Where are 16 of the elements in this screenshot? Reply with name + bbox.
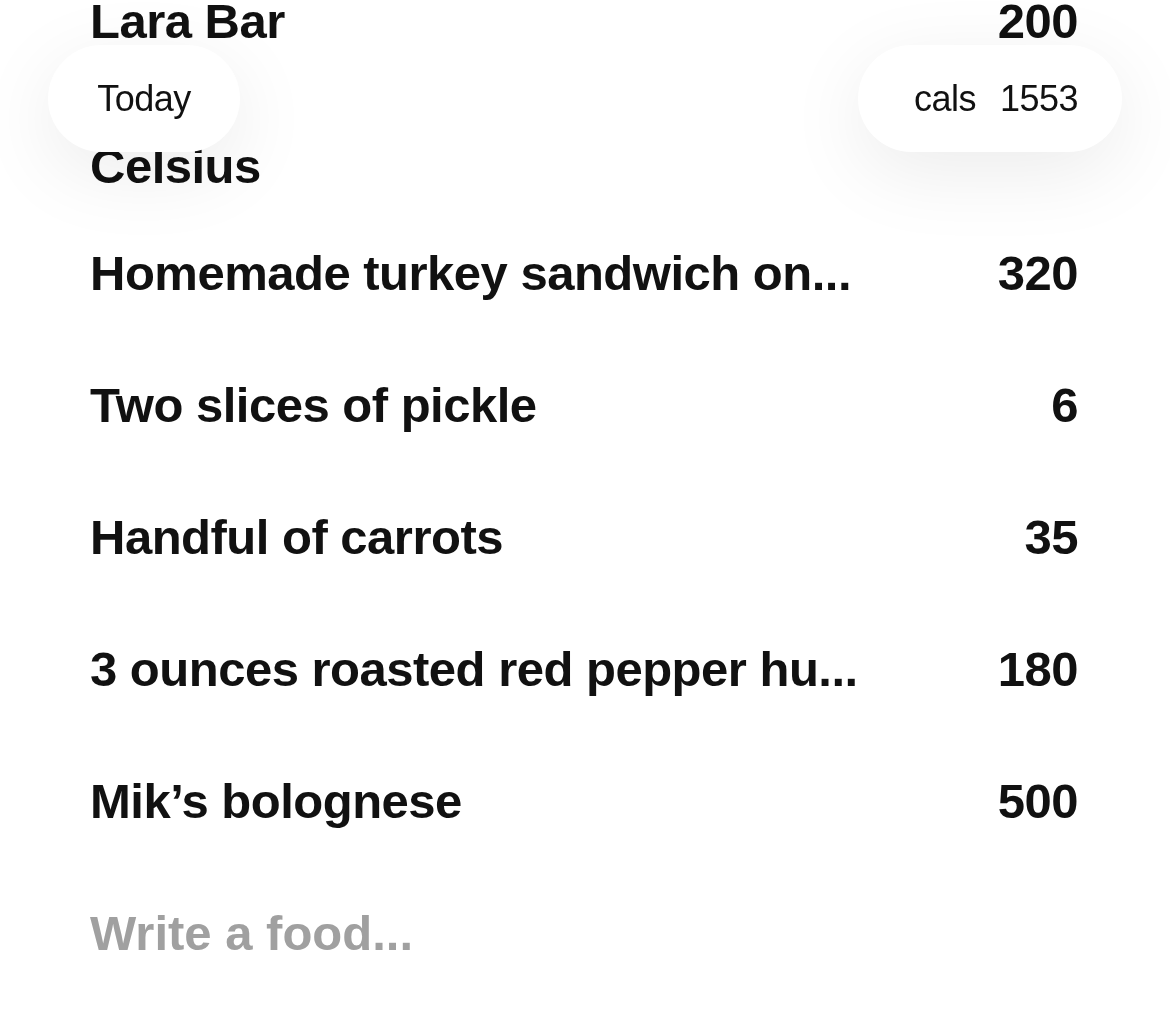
calorie-value: 500 (997, 776, 1078, 828)
food-input-field[interactable]: Write a food... (90, 897, 1078, 971)
total-value: 1553 (999, 76, 1078, 121)
food-name: Two slices of pickle (90, 380, 537, 432)
food-name: Handful of carrots (90, 512, 503, 564)
calorie-value: 200 (997, 0, 1078, 48)
calorie-value: 6 (1051, 380, 1078, 432)
calorie-value: 35 (1024, 512, 1078, 564)
total-label: cals (913, 76, 976, 121)
calorie-value: 320 (997, 248, 1078, 300)
calorie-value: 180 (997, 644, 1078, 696)
food-name: 3 ounces roasted red pepper hu... (90, 644, 858, 696)
food-name: Lara Bar (90, 0, 285, 48)
food-name: Homemade turkey sandwich on... (90, 248, 852, 300)
food-name: Mik’s bolognese (90, 776, 462, 828)
date-label: Today (97, 76, 191, 121)
